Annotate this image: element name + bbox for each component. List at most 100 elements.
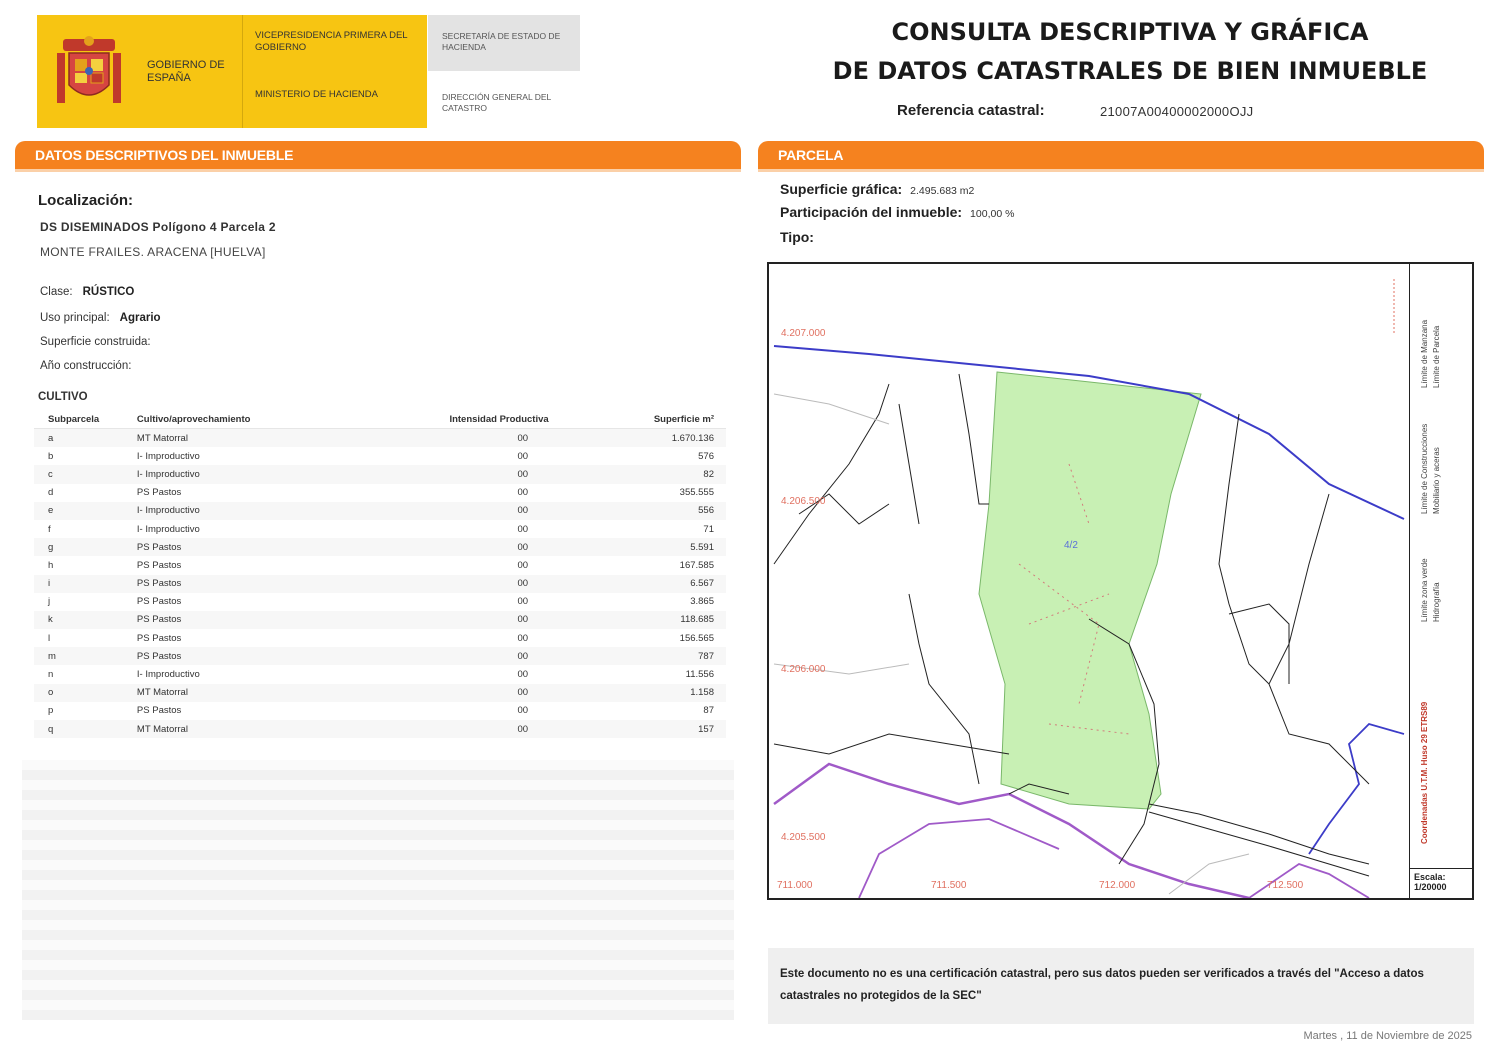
legend-item: Mobiliario y aceras bbox=[1432, 447, 1441, 514]
cell-superficie: 11.556 bbox=[685, 669, 714, 681]
cell-intensidad: 00 bbox=[445, 428, 629, 448]
cell-subparcela: c bbox=[34, 465, 133, 484]
table-row: e I- Improductivo 00 556 bbox=[34, 501, 726, 520]
table-row: o MT Matorral 00 1.158 bbox=[34, 683, 726, 702]
cell-subparcela: g bbox=[34, 538, 133, 557]
cell-cultivo: MT Matorral bbox=[132, 720, 446, 739]
table-row: q MT Matorral 00 157 bbox=[34, 720, 726, 739]
cell-intensidad: 00 bbox=[517, 596, 529, 608]
cell-intensidad: 00 bbox=[517, 632, 529, 644]
uso-row: Uso principal: Agrario bbox=[40, 312, 161, 324]
cell-superficie: 1.158 bbox=[628, 683, 726, 702]
cell-superficie: 1.670.136 bbox=[628, 428, 726, 448]
localizacion-title: Localización: bbox=[38, 192, 134, 209]
cultivo-title: CULTIVO bbox=[38, 391, 88, 403]
legend-item: Límite de Manzana bbox=[1420, 319, 1429, 388]
legend-item: Límite de Parcela bbox=[1432, 325, 1441, 388]
cell-superficie: 167.585 bbox=[679, 559, 714, 571]
table-header-row: Subparcela Cultivo/aprovechamiento Inten… bbox=[34, 410, 726, 429]
col-cultivo: Cultivo/aprovechamiento bbox=[132, 410, 446, 429]
cell-cultivo: PS Pastos bbox=[132, 647, 446, 666]
cell-subparcela: p bbox=[48, 705, 54, 717]
table-row: p PS Pastos 00 87 bbox=[34, 702, 726, 720]
cell-superficie: 118.685 bbox=[628, 610, 726, 630]
coord-x-label: 711.000 bbox=[777, 880, 813, 891]
cell-subparcela: e bbox=[34, 501, 133, 520]
table-row: a MT Matorral 00 1.670.136 bbox=[34, 428, 726, 448]
cell-subparcela: i bbox=[34, 574, 133, 593]
parcel-number-label: 4/2 bbox=[1064, 540, 1078, 551]
superficie-grafica-row: Superficie gráfica: 2.495.683 m2 bbox=[780, 181, 974, 197]
cell-superficie: 556 bbox=[628, 501, 726, 520]
cell-cultivo: PS Pastos bbox=[136, 487, 182, 499]
section-bar-parcela: PARCELA bbox=[758, 141, 1484, 169]
cell-cultivo: I- Improductivo bbox=[132, 465, 446, 484]
vicepresidencia-label: VICEPRESIDENCIA PRIMERA DEL GOBIERNO bbox=[255, 30, 408, 53]
document-title-line2: DE DATOS CATASTRALES DE BIEN INMUEBLE bbox=[832, 57, 1428, 85]
table-row: i PS Pastos 00 6.567 bbox=[34, 574, 726, 593]
cell-superficie: 82 bbox=[628, 465, 726, 484]
uso-label: Uso principal: bbox=[40, 312, 110, 324]
cell-cultivo: PS Pastos bbox=[132, 610, 446, 630]
table-row: d PS Pastos 00 355.555 bbox=[34, 484, 726, 502]
cell-cultivo: I- Improductivo bbox=[132, 501, 446, 520]
superficie-construida-row: Superficie construida: bbox=[40, 336, 151, 348]
map-drawing bbox=[773, 279, 1405, 898]
tipo-row: Tipo: bbox=[780, 229, 814, 245]
coord-x-label: 711.500 bbox=[931, 880, 967, 891]
scale-value: 1/20000 bbox=[1414, 882, 1447, 892]
cell-cultivo: PS Pastos bbox=[132, 574, 446, 593]
cadastral-map[interactable]: 4.207.000 4.206.500 4.206.000 4.205.500 … bbox=[767, 262, 1474, 900]
map-legend: Coordenadas U.T.M. Huso 29 ETRS89 Límite… bbox=[1409, 264, 1473, 898]
boundary-line bbox=[1308, 722, 1405, 855]
empty-rows-area bbox=[22, 760, 734, 1020]
anio-construccion-label: Año construcción: bbox=[40, 360, 132, 372]
table-row: g PS Pastos 00 5.591 bbox=[34, 538, 726, 557]
cultivo-table-body: a MT Matorral 00 1.670.136 b I- Improductivo 0… bbox=[34, 428, 726, 739]
coord-x-label: 712.500 bbox=[1267, 880, 1304, 891]
cell-cultivo: PS Pastos bbox=[132, 538, 446, 557]
table-row: b I- Improductivo 00 576 bbox=[34, 447, 726, 465]
cell-subparcela: a bbox=[34, 428, 133, 448]
cell-subparcela: n bbox=[48, 669, 54, 681]
cell-intensidad: 00 bbox=[445, 647, 629, 666]
superficie-grafica-label: Superficie gráfica: bbox=[780, 181, 903, 197]
cell-cultivo: I- Improductivo bbox=[136, 450, 200, 462]
cell-superficie: 3.865 bbox=[690, 596, 714, 608]
cell-subparcela: j bbox=[48, 596, 51, 608]
footer-date: Martes , 11 de Noviembre de 2025 bbox=[1303, 1030, 1472, 1042]
cell-intensidad: 00 bbox=[445, 683, 629, 702]
cell-intensidad: 00 bbox=[517, 705, 529, 717]
cell-cultivo: PS Pastos bbox=[136, 705, 182, 717]
cell-intensidad: 00 bbox=[445, 501, 629, 520]
gobierno-label: GOBIERNO DE ESPAÑA bbox=[147, 59, 225, 84]
cell-intensidad: 00 bbox=[517, 669, 529, 681]
coord-y-label: 4.206.000 bbox=[781, 664, 826, 675]
secretaria-block: SECRETARÍA DE ESTADO DE HACIENDA bbox=[428, 15, 580, 71]
cell-cultivo: MT Matorral bbox=[132, 428, 446, 448]
localizacion-line2: MONTE FRAILES. ARACENA [HUELVA] bbox=[40, 245, 266, 259]
cell-intensidad: 00 bbox=[517, 523, 529, 535]
cell-intensidad: 00 bbox=[445, 720, 629, 739]
cell-subparcela: h bbox=[48, 559, 54, 571]
superficie-grafica-value: 2.495.683 m2 bbox=[910, 185, 975, 197]
superficie-construida-label: Superficie construida: bbox=[40, 336, 151, 348]
scale-box: Escala: 1/20000 bbox=[1410, 868, 1473, 898]
cell-superficie: 156.565 bbox=[679, 632, 714, 644]
cell-intensidad: 00 bbox=[445, 538, 629, 557]
cell-subparcela: o bbox=[34, 683, 133, 702]
table-row: l PS Pastos 00 156.565 bbox=[34, 629, 726, 647]
cell-intensidad: 00 bbox=[517, 450, 529, 462]
cell-intensidad: 00 bbox=[445, 465, 629, 484]
disclaimer-box: Este documento no es una certificación c… bbox=[768, 948, 1474, 1024]
cell-superficie: 87 bbox=[703, 705, 714, 717]
participacion-row: Participación del inmueble: 100,00 % bbox=[780, 204, 1014, 220]
cell-intensidad: 00 bbox=[445, 574, 629, 593]
cell-subparcela: d bbox=[48, 487, 54, 499]
cell-cultivo: I- Improductivo bbox=[136, 523, 200, 535]
cell-cultivo: PS Pastos bbox=[136, 596, 182, 608]
table-row: m PS Pastos 00 787 bbox=[34, 647, 726, 666]
cell-cultivo: MT Matorral bbox=[132, 683, 446, 702]
participacion-value: 100,00 % bbox=[970, 208, 1015, 220]
cell-superficie: 6.567 bbox=[628, 574, 726, 593]
